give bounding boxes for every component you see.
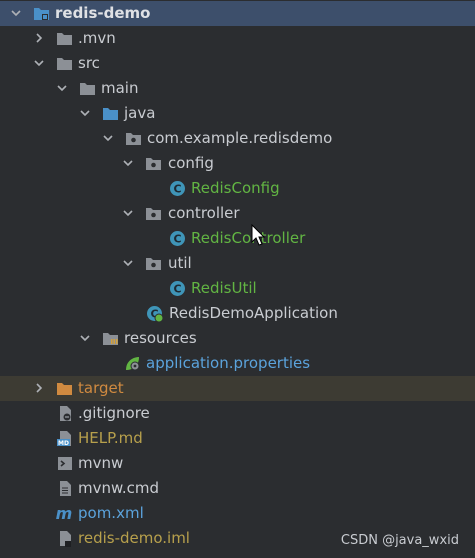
tree-label: RedisConfig: [191, 179, 280, 197]
tree-label: controller: [168, 204, 240, 222]
svg-text:m: m: [56, 505, 73, 522]
java-class-icon: C: [169, 180, 186, 197]
module-folder-icon: [33, 5, 50, 22]
tree-label: main: [101, 79, 139, 97]
svg-text:C: C: [173, 233, 181, 246]
tree-label: java: [124, 104, 156, 122]
tree-row-help-md[interactable]: MD HELP.md: [0, 426, 475, 451]
chevron-down-icon[interactable]: [79, 332, 91, 344]
chevron-down-icon[interactable]: [56, 82, 68, 94]
shell-script-icon: [57, 455, 74, 472]
tree-row-config[interactable]: config: [0, 151, 475, 176]
spring-properties-icon: [124, 355, 141, 372]
tree-label: .gitignore: [78, 404, 150, 422]
tree-label: .mvn: [78, 29, 116, 47]
ignore-file-icon: [57, 405, 74, 422]
tree-label: util: [168, 254, 192, 272]
folder-icon: [79, 80, 96, 97]
java-class-icon: C: [169, 230, 186, 247]
chevron-down-icon[interactable]: [79, 107, 91, 119]
tree-row-redis-controller[interactable]: C RedisController: [0, 226, 475, 251]
tree-label: redis-demo: [55, 4, 151, 22]
resources-folder-icon: [102, 330, 119, 347]
tree-label: pom.xml: [78, 504, 144, 522]
tree-row-java[interactable]: java: [0, 101, 475, 126]
tree-row-util[interactable]: util: [0, 251, 475, 276]
tree-row-mvn[interactable]: .mvn: [0, 26, 475, 51]
tree-row-package[interactable]: com.example.redisdemo: [0, 126, 475, 151]
package-icon: [125, 130, 142, 147]
source-folder-icon: [102, 105, 119, 122]
tree-row-pom-xml[interactable]: m pom.xml: [0, 501, 475, 526]
tree-row-target[interactable]: target: [0, 376, 475, 401]
svg-text:C: C: [173, 183, 181, 196]
tree-label: redis-demo.iml: [78, 529, 190, 547]
tree-row-mvnw-cmd[interactable]: mvnw.cmd: [0, 476, 475, 501]
svg-text:MD: MD: [58, 440, 69, 447]
tree-label: src: [78, 54, 100, 72]
tree-row-redis-demo[interactable]: redis-demo: [0, 1, 475, 26]
tree-row-partial: [0, 550, 200, 558]
chevron-right-icon[interactable]: [33, 32, 45, 44]
chevron-down-icon[interactable]: [122, 257, 134, 269]
tree-label: com.example.redisdemo: [147, 129, 333, 147]
chevron-down-icon[interactable]: [102, 132, 114, 144]
chevron-down-icon[interactable]: [122, 207, 134, 219]
folder-icon: [56, 30, 73, 47]
package-icon: [145, 255, 162, 272]
java-class-icon: C: [169, 280, 186, 297]
spring-boot-class-icon: C: [146, 305, 163, 322]
maven-icon: m: [54, 505, 74, 522]
tree-label: resources: [124, 329, 197, 347]
tree-label: target: [78, 379, 124, 397]
watermark: CSDN @java_wxid: [340, 533, 459, 548]
markdown-file-icon: MD: [57, 430, 74, 447]
tree-label: mvnw: [78, 454, 124, 472]
tree-row-src[interactable]: src: [0, 51, 475, 76]
tree-row-redis-demo-application[interactable]: C RedisDemoApplication: [0, 301, 475, 326]
chevron-right-icon[interactable]: [33, 382, 45, 394]
excluded-folder-icon: [56, 380, 73, 397]
tree-label: mvnw.cmd: [78, 479, 160, 497]
tree-row-redis-config[interactable]: C RedisConfig: [0, 176, 475, 201]
tree-label: HELP.md: [78, 429, 143, 447]
chevron-down-icon[interactable]: [122, 157, 134, 169]
chevron-down-icon[interactable]: [33, 57, 45, 69]
module-file-icon: [57, 530, 74, 547]
project-tree-panel: { "tree": { "root": "redis-demo", "mvn":…: [0, 0, 475, 558]
tree-row-gitignore[interactable]: .gitignore: [0, 401, 475, 426]
mouse-cursor-icon: [251, 223, 267, 248]
tree-label: RedisDemoApplication: [169, 304, 338, 322]
tree-label: application.properties: [146, 354, 311, 372]
svg-text:C: C: [173, 283, 181, 296]
package-icon: [145, 155, 162, 172]
chevron-down-icon[interactable]: [10, 7, 22, 19]
tree-row-redis-util[interactable]: C RedisUtil: [0, 276, 475, 301]
tree-label: RedisUtil: [191, 279, 257, 297]
tree-row-main[interactable]: main: [0, 76, 475, 101]
package-icon: [145, 205, 162, 222]
folder-icon: [56, 55, 73, 72]
tree-row-application-properties[interactable]: application.properties: [0, 351, 475, 376]
tree-row-mvnw[interactable]: mvnw: [0, 451, 475, 476]
tree-row-controller[interactable]: controller: [0, 201, 475, 226]
tree-label: RedisController: [191, 229, 306, 247]
tree-label: config: [168, 154, 214, 172]
tree-row-resources[interactable]: resources: [0, 326, 475, 351]
text-file-icon: [57, 480, 74, 497]
